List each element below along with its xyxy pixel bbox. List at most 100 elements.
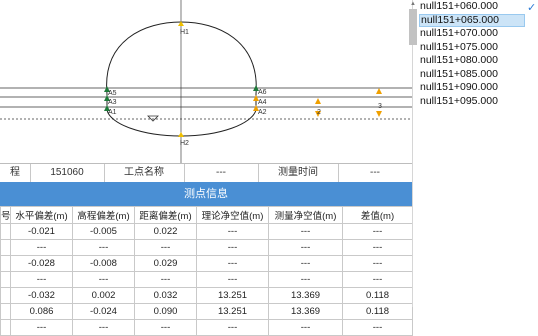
table-cell: -0.008 bbox=[72, 255, 135, 272]
table-cell: --- bbox=[342, 271, 413, 288]
point-h2-marker[interactable] bbox=[178, 132, 184, 137]
marker-2[interactable]: 2 bbox=[315, 98, 321, 117]
station-list-panel: ▲ null151+060.000 null151+065.000 null15… bbox=[409, 0, 538, 307]
table-cell: --- bbox=[196, 319, 269, 336]
table-cell: --- bbox=[134, 271, 197, 288]
station-item[interactable]: null151+080.000 bbox=[419, 54, 525, 68]
table-cell bbox=[0, 303, 11, 320]
table-cell: 0.022 bbox=[134, 223, 197, 240]
scrollbar-thumb[interactable] bbox=[409, 9, 417, 45]
table-cell bbox=[0, 319, 11, 336]
col-header-elevation-dev: 高程偏差(m) bbox=[72, 206, 135, 224]
table-cell: 13.251 bbox=[196, 287, 269, 304]
table-row[interactable]: --- --- --- --- --- --- bbox=[0, 239, 413, 256]
table-cell: -0.024 bbox=[72, 303, 135, 320]
station-item[interactable]: null151+060.000 bbox=[419, 0, 525, 14]
tunnel-profile-diagram: H1 H2 A5 A3 A1 A6 A4 A2 2 3 bbox=[0, 0, 412, 163]
table-cell: 0.002 bbox=[72, 287, 135, 304]
scroll-up-arrow-icon[interactable]: ▲ bbox=[409, 0, 417, 8]
table-cell: -0.021 bbox=[10, 223, 73, 240]
station-item[interactable]: null151+085.000 bbox=[419, 68, 525, 82]
table-row[interactable]: 0.086 -0.024 0.090 13.251 13.369 0.118 bbox=[0, 303, 413, 320]
table-cell bbox=[0, 239, 11, 256]
table-cell: --- bbox=[342, 255, 413, 272]
point-h2-label: H2 bbox=[180, 140, 189, 147]
measure-time-label: 测量时间 bbox=[278, 167, 318, 178]
table-cell: --- bbox=[10, 239, 73, 256]
table-cell: -0.005 bbox=[72, 223, 135, 240]
point-a5-label: A5 bbox=[108, 90, 117, 97]
col-header-measured-clearance: 测量净空值(m) bbox=[268, 206, 343, 224]
table-cell bbox=[0, 287, 11, 304]
table-cell: --- bbox=[134, 239, 197, 256]
station-item-selected[interactable]: null151+065.000 bbox=[419, 13, 525, 27]
col-header-distance-dev: 距离偏差(m) bbox=[134, 206, 197, 224]
measure-time-value: --- bbox=[370, 167, 380, 178]
survey-info-row: 程 151060 工点名称 --- 测量时间 --- bbox=[0, 163, 412, 183]
section-title: 测点信息 bbox=[0, 182, 412, 206]
table-row[interactable]: -0.021 -0.005 0.022 --- --- --- bbox=[0, 223, 413, 240]
table-row[interactable]: --- --- --- --- --- --- bbox=[0, 271, 413, 288]
table-cell: 0.086 bbox=[10, 303, 73, 320]
marker-3[interactable]: 3 bbox=[376, 88, 382, 117]
point-a4-label: A4 bbox=[258, 99, 267, 106]
table-cell: --- bbox=[196, 271, 269, 288]
point-a2-label: A2 bbox=[258, 109, 267, 116]
table-cell: --- bbox=[342, 223, 413, 240]
station-item[interactable]: null151+095.000 bbox=[419, 95, 525, 109]
table-cell: --- bbox=[342, 319, 413, 336]
checkmark-icon: ✓ bbox=[527, 2, 537, 14]
col-header-horizontal-dev: 水平偏差(m) bbox=[10, 206, 73, 224]
table-cell: 0.090 bbox=[134, 303, 197, 320]
marker-3-down-arrow-icon bbox=[376, 111, 382, 117]
col-header-index: 号 bbox=[0, 206, 11, 224]
table-cell: -0.032 bbox=[10, 287, 73, 304]
table-cell: --- bbox=[268, 271, 343, 288]
table-cell: 0.118 bbox=[342, 303, 413, 320]
marker-3-up-arrow-icon bbox=[376, 88, 382, 94]
table-cell: 0.118 bbox=[342, 287, 413, 304]
table-cell: --- bbox=[196, 239, 269, 256]
marker-3-label: 3 bbox=[378, 103, 382, 110]
table-cell: 0.029 bbox=[134, 255, 197, 272]
table-cell: --- bbox=[342, 239, 413, 256]
scrollbar[interactable]: ▲ bbox=[409, 0, 417, 307]
table-cell: --- bbox=[268, 223, 343, 240]
table-cell: --- bbox=[134, 319, 197, 336]
col-header-difference: 差值(m) bbox=[342, 206, 413, 224]
table-cell: --- bbox=[72, 271, 135, 288]
table-header-row: 号 水平偏差(m) 高程偏差(m) 距离偏差(m) 理论净空值(m) 测量净空值… bbox=[0, 206, 413, 224]
marker-2-up-arrow-icon bbox=[315, 98, 321, 104]
station-item[interactable]: null151+070.000 bbox=[419, 27, 525, 41]
mileage-label: 程 bbox=[10, 167, 20, 178]
table-cell: --- bbox=[268, 239, 343, 256]
table-cell: 0.032 bbox=[134, 287, 197, 304]
station-item[interactable]: null151+090.000 bbox=[419, 81, 525, 95]
table-cell: --- bbox=[196, 223, 269, 240]
table-cell: --- bbox=[268, 255, 343, 272]
station-triangle-icon bbox=[147, 115, 159, 122]
col-header-theoretical-clearance: 理论净空值(m) bbox=[196, 206, 269, 224]
table-cell: 13.251 bbox=[196, 303, 269, 320]
point-h1-label: H1 bbox=[180, 29, 189, 36]
station-list: null151+060.000 null151+065.000 null151+… bbox=[419, 0, 525, 108]
table-cell: --- bbox=[10, 319, 73, 336]
marker-2-label: 2 bbox=[317, 109, 321, 116]
table-row[interactable]: -0.028 -0.008 0.029 --- --- --- bbox=[0, 255, 413, 272]
table-cell: 13.369 bbox=[268, 287, 343, 304]
table-cell: --- bbox=[72, 319, 135, 336]
point-a1-label: A1 bbox=[108, 109, 117, 116]
table-cell: --- bbox=[72, 239, 135, 256]
table-cell: --- bbox=[196, 255, 269, 272]
table-cell bbox=[0, 271, 11, 288]
table-row[interactable]: --- --- --- --- --- --- bbox=[0, 319, 413, 336]
table-cell bbox=[0, 223, 11, 240]
station-item[interactable]: null151+075.000 bbox=[419, 41, 525, 55]
site-name-value: --- bbox=[216, 167, 226, 178]
table-cell: -0.028 bbox=[10, 255, 73, 272]
point-a3-label: A3 bbox=[108, 99, 117, 106]
table-cell: --- bbox=[268, 319, 343, 336]
table-row[interactable]: -0.032 0.002 0.032 13.251 13.369 0.118 bbox=[0, 287, 413, 304]
point-info-table: 号 水平偏差(m) 高程偏差(m) 距离偏差(m) 理论净空值(m) 测量净空值… bbox=[0, 206, 413, 336]
point-a6-label: A6 bbox=[258, 89, 267, 96]
